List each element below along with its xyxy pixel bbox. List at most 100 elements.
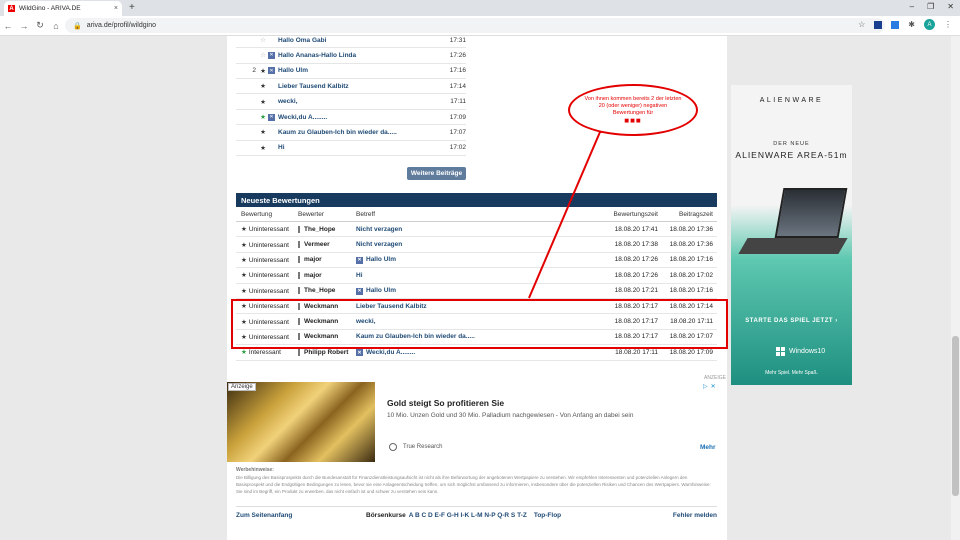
- user-bar-icon: [298, 256, 300, 264]
- alienware-ad[interactable]: ALIENWARE DER NEUE ALIENWARE AREA-51m ST…: [731, 85, 852, 385]
- rating-cell: ★ Uninteressant: [236, 225, 298, 233]
- post-time: 17:26: [449, 51, 466, 59]
- extension-icon[interactable]: [891, 20, 900, 29]
- post-row: ★ Lieber Tausend Kalbitz 17:14: [236, 79, 466, 95]
- subject-link[interactable]: Nicht verzagen: [356, 241, 402, 248]
- post-row: 2 ★ ✕ Hallo Ulm 17:16: [236, 64, 466, 79]
- star-icon: ★: [241, 226, 247, 234]
- rating-cell: ★ Uninteressant: [236, 256, 298, 264]
- post-title-link[interactable]: wecki,: [278, 98, 442, 105]
- rated-at-cell: 18.08.20 17:21: [614, 287, 658, 295]
- rater-cell: major: [298, 271, 356, 279]
- tab-bar: A WildGino - ARIVA.DE × + – ❐ ✕: [0, 0, 960, 16]
- scrollbar-thumb[interactable]: [952, 336, 959, 496]
- puzzle-icon[interactable]: ✱: [908, 20, 915, 29]
- star-icon: ★: [260, 83, 266, 91]
- post-title-link[interactable]: Kaum zu Glauben-Ich bin wieder da.....: [278, 129, 442, 136]
- rating-row: ★ Uninteressant major Hi 18.08.20 17:26 18.08…: [236, 268, 717, 284]
- adchoices-icon[interactable]: ▷: [703, 383, 708, 390]
- report-error-link[interactable]: Fehler melden: [673, 512, 717, 519]
- rater-link[interactable]: The_Hope: [304, 287, 335, 294]
- rater-link[interactable]: The_Hope: [304, 226, 335, 233]
- post-title-link[interactable]: Hi: [278, 144, 442, 151]
- rating-cell: ★ Interessant: [236, 348, 298, 356]
- new-tab-button[interactable]: +: [129, 2, 135, 13]
- rater-link[interactable]: Philipp Robert: [304, 349, 348, 356]
- rating-row: ★ Uninteressant major ✕ Hallo Ulm 18.08.20 17…: [236, 253, 717, 269]
- post-time: 17:02: [449, 144, 466, 152]
- subject-link[interactable]: Hi: [356, 272, 363, 279]
- annotation-text: Von ihnen kommen bereits 2 der letzten 2…: [584, 96, 682, 116]
- scrollbar[interactable]: [951, 36, 960, 540]
- subject-link[interactable]: Wecki,du A........: [366, 349, 415, 356]
- laptop-image: [738, 188, 848, 264]
- top-flop-link[interactable]: Top-Flop: [534, 512, 561, 519]
- post-title-link[interactable]: Hallo Ulm: [278, 67, 442, 74]
- user-bar-icon: [298, 225, 300, 233]
- rater-link[interactable]: major: [304, 272, 322, 279]
- menu-icon[interactable]: ⋮: [944, 20, 952, 29]
- subject-link[interactable]: Nicht verzagen: [356, 226, 402, 233]
- gold-ad[interactable]: Anzeige ▷ ✕ Gold steigt So profitieren S…: [227, 382, 724, 462]
- attachment-icon: ✕: [356, 256, 363, 264]
- close-window-icon[interactable]: ✕: [947, 2, 954, 11]
- rating-label: Uninteressant: [248, 241, 289, 249]
- maximize-icon[interactable]: ❐: [927, 2, 934, 11]
- rater-link[interactable]: major: [304, 257, 322, 264]
- post-title-link[interactable]: Wecki,du A........: [278, 114, 442, 121]
- user-bar-icon: [298, 348, 300, 356]
- rating-label: Uninteressant: [248, 287, 289, 295]
- posted-at-cell: 18.08.20 17:36: [669, 241, 713, 249]
- forward-icon[interactable]: →: [16, 21, 32, 31]
- extension-icon[interactable]: [874, 20, 883, 29]
- rater-link[interactable]: Vermeer: [304, 241, 330, 248]
- bookmark-star-icon[interactable]: ☆: [858, 20, 865, 29]
- tab-active[interactable]: A WildGino - ARIVA.DE ×: [4, 1, 122, 16]
- ratings-title: Neueste Bewertungen: [236, 193, 717, 207]
- post-title-link[interactable]: Hallo Ananas-Hallo Linda: [278, 52, 442, 59]
- ad-more-link[interactable]: Mehr: [700, 444, 716, 451]
- tab-title: WildGino - ARIVA.DE: [19, 5, 81, 12]
- post-time: 17:09: [449, 113, 466, 121]
- ad-close-icon[interactable]: ✕: [711, 383, 716, 390]
- subject-link[interactable]: Hallo Ulm: [366, 256, 396, 263]
- post-time: 17:31: [449, 36, 466, 44]
- home-icon[interactable]: ⌂: [48, 21, 64, 31]
- rater-cell: major: [298, 256, 356, 264]
- footer: Zum Seitenanfang Börsenkurse A B C D E-F…: [236, 506, 717, 524]
- back-icon[interactable]: ←: [0, 21, 16, 31]
- avatar[interactable]: A: [924, 19, 935, 30]
- post-time: 17:14: [449, 82, 466, 90]
- address-bar[interactable]: 🔒 ariva.de/profil/wildgino: [65, 18, 885, 33]
- star-icon: ★: [241, 241, 247, 249]
- tab-close-icon[interactable]: ×: [114, 5, 118, 12]
- gold-bars-image: Anzeige: [227, 382, 375, 462]
- more-posts-button[interactable]: Weitere Beiträge: [407, 167, 466, 180]
- ad-cta[interactable]: STARTE DAS SPIEL JETZT ›: [731, 318, 852, 324]
- annotation-highlight-box: [231, 299, 728, 349]
- subject-cell: ✕ Wecki,du A........: [356, 349, 606, 357]
- ad-source: True Research: [403, 444, 443, 450]
- rater-cell: The_Hope: [298, 287, 356, 294]
- back-to-top-link[interactable]: Zum Seitenanfang: [236, 512, 366, 519]
- star-icon: ★: [241, 349, 247, 357]
- alphabet-links[interactable]: A B C D E-F G-H I-K L-M N-P Q-R S T-Z: [409, 512, 527, 519]
- post-title-link[interactable]: Lieber Tausend Kalbitz: [278, 83, 442, 90]
- star-icon: ☆: [260, 37, 266, 45]
- minimize-icon[interactable]: –: [910, 2, 914, 11]
- rated-at-cell: 18.08.20 17:26: [614, 256, 658, 264]
- rater-cell: Vermeer: [298, 240, 356, 248]
- attachment-icon: ✕: [268, 51, 275, 59]
- ad-title[interactable]: Gold steigt So profitieren Sie: [387, 398, 504, 408]
- subject-cell: Nicht verzagen: [356, 226, 606, 233]
- source-logo-icon: [389, 443, 397, 451]
- attachment-icon: ✕: [268, 113, 275, 121]
- rated-at-cell: 18.08.20 17:41: [614, 225, 658, 233]
- reload-icon[interactable]: ↻: [32, 20, 48, 31]
- warning-text: Die Billigung des Basisprospekts durch d…: [236, 475, 711, 494]
- post-title-link[interactable]: Hallo Oma Gabi: [278, 37, 442, 44]
- subject-link[interactable]: Hallo Ulm: [366, 287, 396, 294]
- star-icon: ★: [260, 67, 266, 75]
- rating-cell: ★ Uninteressant: [236, 241, 298, 249]
- lock-icon: 🔒: [73, 22, 82, 30]
